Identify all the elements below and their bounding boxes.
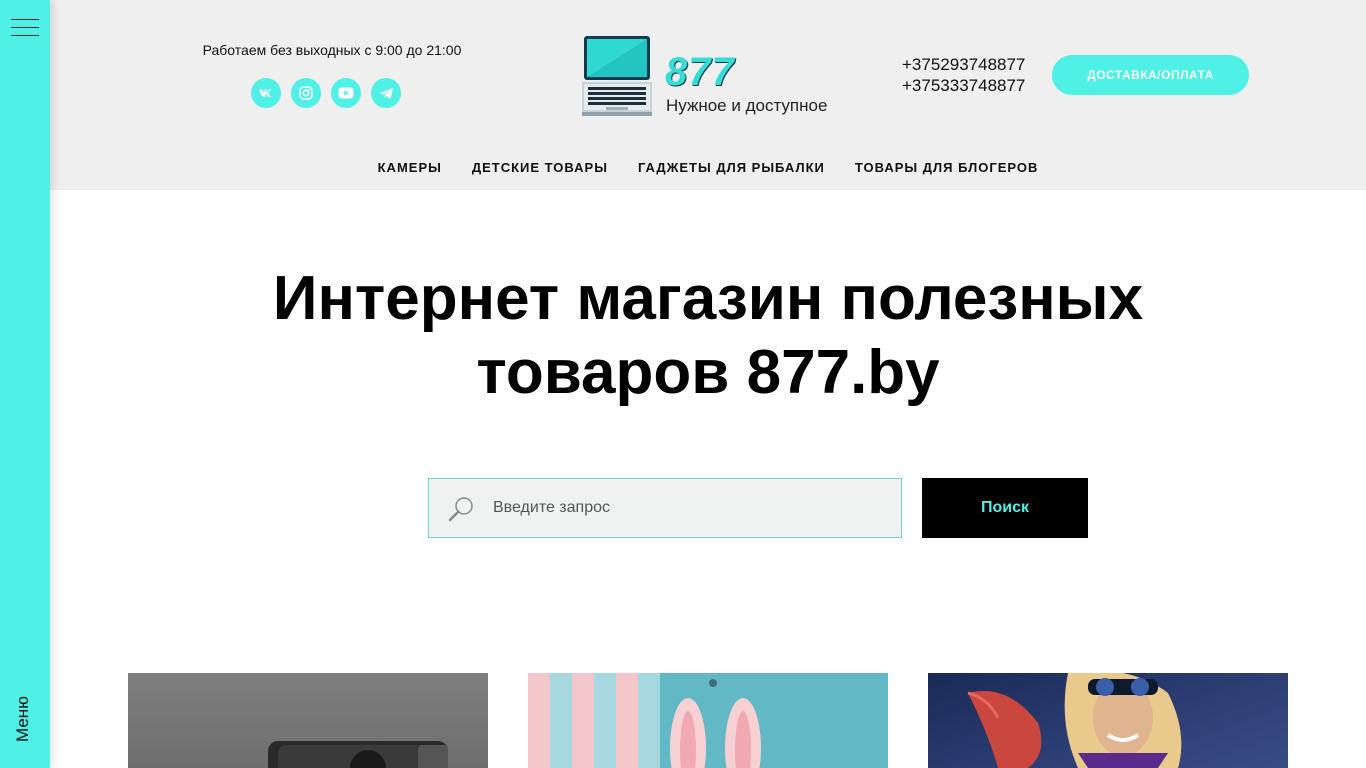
nav-item-blogger-goods[interactable]: ТОВАРЫ ДЛЯ БЛОГЕРОВ: [855, 160, 1039, 175]
menu-label[interactable]: Меню: [13, 696, 33, 742]
main-nav: КАМЕРЫ ДЕТСКИЕ ТОВАРЫ ГАДЖЕТЫ ДЛЯ РЫБАЛК…: [50, 160, 1366, 175]
youtube-icon[interactable]: [331, 78, 361, 108]
logo[interactable]: 877 Нужное и доступное: [582, 34, 842, 118]
vk-icon[interactable]: [251, 78, 281, 108]
search-icon: [448, 497, 473, 522]
laptop-logo-icon: [582, 36, 652, 116]
instagram-icon[interactable]: [291, 78, 321, 108]
social-links: [251, 78, 401, 108]
phone-link-2[interactable]: +375333748877: [902, 75, 1025, 96]
title-line-2: товаров 877.by: [476, 338, 940, 407]
category-card-cameras[interactable]: [128, 673, 488, 768]
logo-number: 877: [665, 50, 735, 94]
nav-item-cameras[interactable]: КАМЕРЫ: [378, 160, 442, 175]
title-line-1: Интернет магазин полезных: [272, 264, 1144, 333]
telegram-icon[interactable]: [371, 78, 401, 108]
header: Работаем без выходных с 9:00 до 21:00 87…: [50, 0, 1366, 190]
search-input[interactable]: [493, 479, 893, 537]
action-camera-image: [268, 741, 448, 768]
fishing-photo-image: [967, 673, 1182, 768]
working-hours: Работаем без выходных с 9:00 до 21:00: [202, 42, 462, 58]
search-box: [428, 478, 902, 538]
search-button[interactable]: Поиск: [922, 478, 1088, 538]
phone-numbers: +375293748877 +375333748877: [902, 54, 1025, 96]
nav-item-kids-goods[interactable]: ДЕТСКИЕ ТОВАРЫ: [472, 160, 608, 175]
category-card-kids[interactable]: [528, 673, 888, 768]
nav-item-fishing-gadgets[interactable]: ГАДЖЕТЫ ДЛЯ РЫБАЛКИ: [638, 160, 825, 175]
delivery-payment-button[interactable]: ДОСТАВКА/ОПЛАТА: [1052, 55, 1249, 95]
page-title: Интернет магазин полезных товаров 877.by: [150, 262, 1266, 410]
phone-link-1[interactable]: +375293748877: [902, 54, 1025, 75]
kids-toy-image: [528, 673, 761, 768]
hamburger-menu-icon[interactable]: [11, 19, 39, 37]
sidebar: Меню: [0, 0, 50, 768]
logo-tagline: Нужное и доступное: [666, 96, 828, 115]
category-card-fishing[interactable]: [928, 673, 1288, 768]
